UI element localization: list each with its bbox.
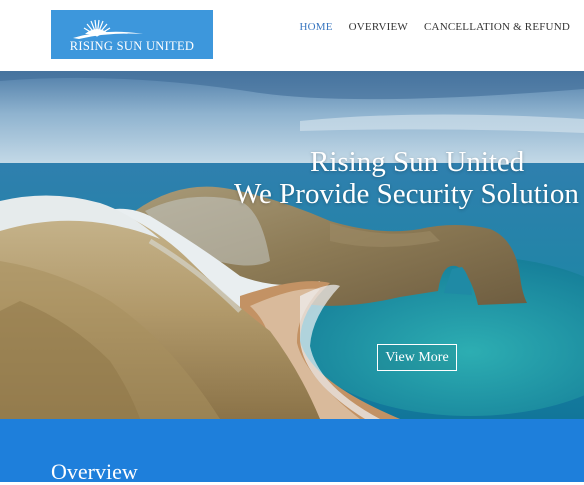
nav-item-home[interactable]: HOME: [299, 21, 332, 33]
coastal-arch-image: [0, 71, 584, 419]
nav-item-cancellation-refund[interactable]: CANCELLATION & REFUND: [424, 21, 570, 33]
site-header: RISING SUN UNITED HOME OVERVIEW CANCELLA…: [0, 0, 584, 71]
main-nav: HOME OVERVIEW CANCELLATION & REFUND: [283, 21, 584, 33]
overview-section: Overview: [0, 419, 584, 484]
nav-item-overview[interactable]: OVERVIEW: [349, 21, 408, 33]
hero-title: Rising Sun United: [310, 146, 525, 178]
logo-text: RISING SUN UNITED: [69, 39, 195, 53]
hero-banner: Rising Sun United We Provide Security So…: [0, 71, 584, 419]
hero-subtitle: We Provide Security Solution: [234, 178, 579, 210]
view-more-button[interactable]: View More: [377, 344, 457, 371]
overview-heading: Overview: [51, 459, 138, 484]
logo[interactable]: RISING SUN UNITED: [51, 10, 213, 59]
